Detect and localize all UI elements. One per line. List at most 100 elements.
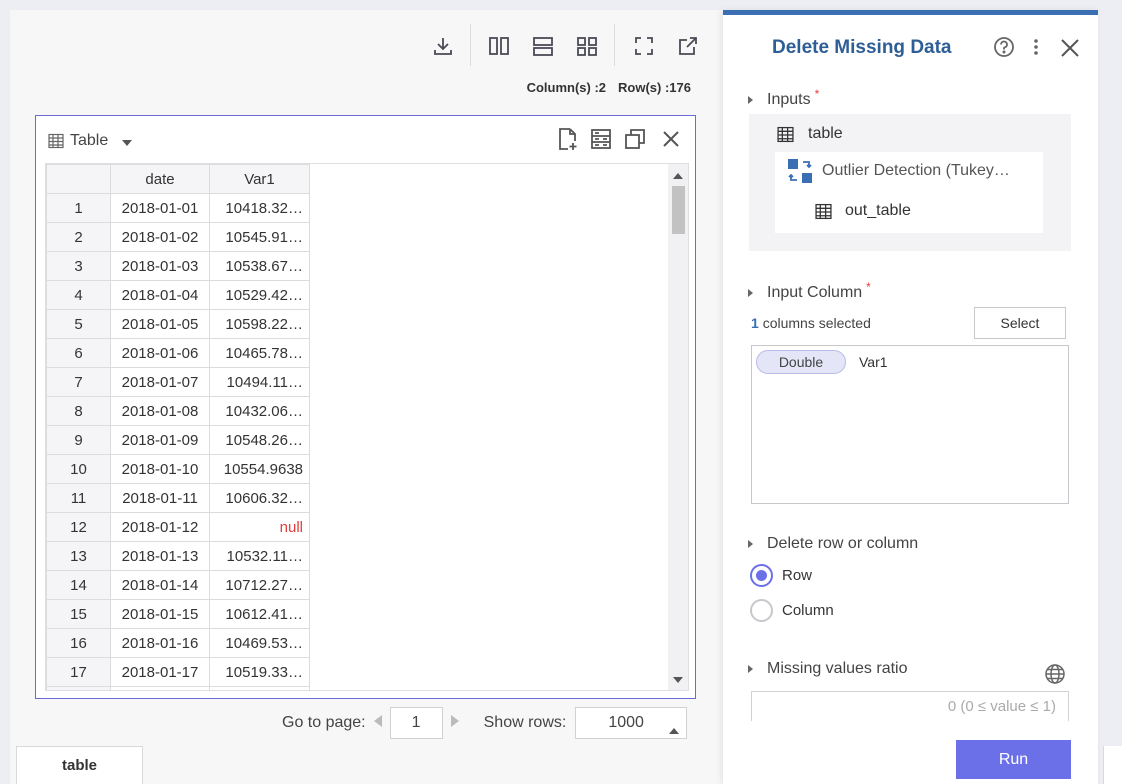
scroll-down-icon[interactable] bbox=[673, 677, 683, 683]
row-number: 9 bbox=[46, 425, 111, 455]
date-cell[interactable]: 2018-01-07 bbox=[110, 367, 210, 397]
column-count: Column(s) :2 bbox=[526, 80, 607, 95]
selected-count: 1 bbox=[751, 315, 759, 331]
table-row[interactable]: 11 2018-01-11 10606.32… bbox=[46, 483, 310, 513]
view-selector[interactable]: Table bbox=[48, 132, 133, 150]
layout-rows-icon[interactable] bbox=[530, 33, 556, 59]
row-number: 7 bbox=[46, 367, 111, 397]
close-icon[interactable] bbox=[1060, 38, 1080, 61]
option-row[interactable]: Row bbox=[750, 564, 812, 587]
table-row[interactable]: 10 2018-01-10 10554.9638 bbox=[46, 454, 310, 484]
input-model-item[interactable]: Outlier Detection (Tukey… bbox=[787, 158, 1010, 184]
next-page-icon[interactable] bbox=[450, 714, 459, 732]
var1-cell[interactable]: 10494.11… bbox=[209, 367, 310, 397]
table-row[interactable]: 5 2018-01-05 10598.22… bbox=[46, 309, 310, 339]
column-header-var1[interactable]: Var1 bbox=[209, 164, 310, 194]
table-row[interactable]: 16 2018-01-16 10469.53… bbox=[46, 628, 310, 658]
ratio-input[interactable]: 0 (0 ≤ value ≤ 1) bbox=[751, 691, 1069, 721]
table-row[interactable]: 8 2018-01-08 10432.06… bbox=[46, 396, 310, 426]
date-cell[interactable]: 2018-01-02 bbox=[110, 222, 210, 252]
var1-cell[interactable]: 10548.26… bbox=[209, 425, 310, 455]
date-cell[interactable]: 2018-01-09 bbox=[110, 425, 210, 455]
select-button[interactable]: Select bbox=[974, 307, 1066, 339]
var1-cell[interactable]: 10538.67… bbox=[209, 251, 310, 281]
download-icon[interactable] bbox=[430, 33, 456, 59]
row-number: 11 bbox=[46, 483, 111, 513]
table-row[interactable]: 15 2018-01-15 10612.41… bbox=[46, 599, 310, 629]
input-table-item[interactable]: table bbox=[777, 125, 843, 143]
empty-cell bbox=[209, 686, 310, 690]
table-row[interactable]: 17 2018-01-17 10519.33… bbox=[46, 657, 310, 687]
var1-cell[interactable]: 10554.9638 bbox=[209, 454, 310, 484]
table-row[interactable]: 4 2018-01-04 10529.42… bbox=[46, 280, 310, 310]
date-cell[interactable]: 2018-01-14 bbox=[110, 570, 210, 600]
open-external-icon[interactable] bbox=[675, 33, 701, 59]
date-cell[interactable]: 2018-01-04 bbox=[110, 280, 210, 310]
radio-row[interactable] bbox=[750, 564, 773, 587]
column-header-date[interactable]: date bbox=[110, 164, 210, 194]
table-row[interactable]: 14 2018-01-14 10712.27… bbox=[46, 570, 310, 600]
table-row[interactable]: 1 2018-01-01 10418.32… bbox=[46, 193, 310, 223]
table-row[interactable]: 12 2018-01-12 null bbox=[46, 512, 310, 542]
vertical-scrollbar[interactable] bbox=[668, 164, 688, 690]
copy-window-icon[interactable] bbox=[622, 126, 648, 152]
date-cell[interactable]: 2018-01-13 bbox=[110, 541, 210, 571]
var1-cell[interactable]: 10519.33… bbox=[209, 657, 310, 687]
date-cell[interactable]: 2018-01-17 bbox=[110, 657, 210, 687]
output-table-item[interactable]: out_table bbox=[815, 202, 911, 220]
var1-cell[interactable]: 10606.32… bbox=[209, 483, 310, 513]
help-icon[interactable] bbox=[993, 36, 1015, 61]
table-row[interactable]: 9 2018-01-09 10548.26… bbox=[46, 425, 310, 455]
var1-cell[interactable]: 10612.41… bbox=[209, 599, 310, 629]
delete-section[interactable]: Delete row or column bbox=[748, 535, 918, 553]
new-file-icon[interactable] bbox=[554, 126, 580, 152]
table-row bbox=[46, 686, 310, 690]
layout-columns-icon[interactable] bbox=[486, 33, 512, 59]
date-cell[interactable]: 2018-01-08 bbox=[110, 396, 210, 426]
var1-cell[interactable]: 10432.06… bbox=[209, 396, 310, 426]
fullscreen-icon[interactable] bbox=[631, 33, 657, 59]
var1-cell[interactable]: 10545.91… bbox=[209, 222, 310, 252]
date-cell[interactable]: 2018-01-10 bbox=[110, 454, 210, 484]
date-cell[interactable]: 2018-01-11 bbox=[110, 483, 210, 513]
row-number: 14 bbox=[46, 570, 111, 600]
var1-cell[interactable]: 10418.32… bbox=[209, 193, 310, 223]
tab-table[interactable]: table bbox=[16, 746, 143, 784]
scrollbar-thumb[interactable] bbox=[672, 186, 685, 234]
page-input[interactable]: 1 bbox=[389, 706, 443, 739]
date-cell[interactable]: 2018-01-15 bbox=[110, 599, 210, 629]
var1-cell[interactable]: 10598.22… bbox=[209, 309, 310, 339]
date-cell[interactable]: 2018-01-12 bbox=[110, 512, 210, 542]
missing-ratio-section[interactable]: Missing values ratio bbox=[748, 660, 908, 678]
scroll-up-icon[interactable] bbox=[673, 173, 683, 179]
table-row[interactable]: 6 2018-01-06 10465.78… bbox=[46, 338, 310, 368]
date-cell[interactable]: 2018-01-16 bbox=[110, 628, 210, 658]
inputs-section[interactable]: Inputs * bbox=[748, 87, 819, 109]
table-row[interactable]: 7 2018-01-07 10494.11… bbox=[46, 367, 310, 397]
var1-cell[interactable]: null bbox=[209, 512, 310, 542]
date-cell[interactable]: 2018-01-05 bbox=[110, 309, 210, 339]
run-button[interactable]: Run bbox=[956, 740, 1071, 779]
globe-icon[interactable] bbox=[1044, 663, 1066, 688]
show-rows-select[interactable]: 1000 bbox=[575, 706, 688, 739]
radio-column[interactable] bbox=[750, 599, 773, 622]
layout-grid-icon[interactable] bbox=[574, 33, 600, 59]
var1-cell[interactable]: 10529.42… bbox=[209, 280, 310, 310]
table-row[interactable]: 3 2018-01-03 10538.67… bbox=[46, 251, 310, 281]
date-cell[interactable]: 2018-01-06 bbox=[110, 338, 210, 368]
date-cell[interactable]: 2018-01-01 bbox=[110, 193, 210, 223]
inputs-tree: table Outlier Detection (Tukey… out_tabl… bbox=[749, 114, 1071, 251]
prev-page-icon[interactable] bbox=[373, 714, 382, 732]
var1-cell[interactable]: 10712.27… bbox=[209, 570, 310, 600]
table-row[interactable]: 13 2018-01-13 10532.11… bbox=[46, 541, 310, 571]
table-row[interactable]: 2 2018-01-02 10545.91… bbox=[46, 222, 310, 252]
var1-cell[interactable]: 10532.11… bbox=[209, 541, 310, 571]
option-column[interactable]: Column bbox=[750, 599, 834, 622]
var1-cell[interactable]: 10469.53… bbox=[209, 628, 310, 658]
var1-cell[interactable]: 10465.78… bbox=[209, 338, 310, 368]
column-settings-icon[interactable] bbox=[588, 126, 614, 152]
input-column-section[interactable]: Input Column * bbox=[748, 280, 871, 302]
date-cell[interactable]: 2018-01-03 bbox=[110, 251, 210, 281]
close-icon[interactable] bbox=[658, 126, 684, 152]
more-options-icon[interactable] bbox=[1033, 38, 1039, 59]
